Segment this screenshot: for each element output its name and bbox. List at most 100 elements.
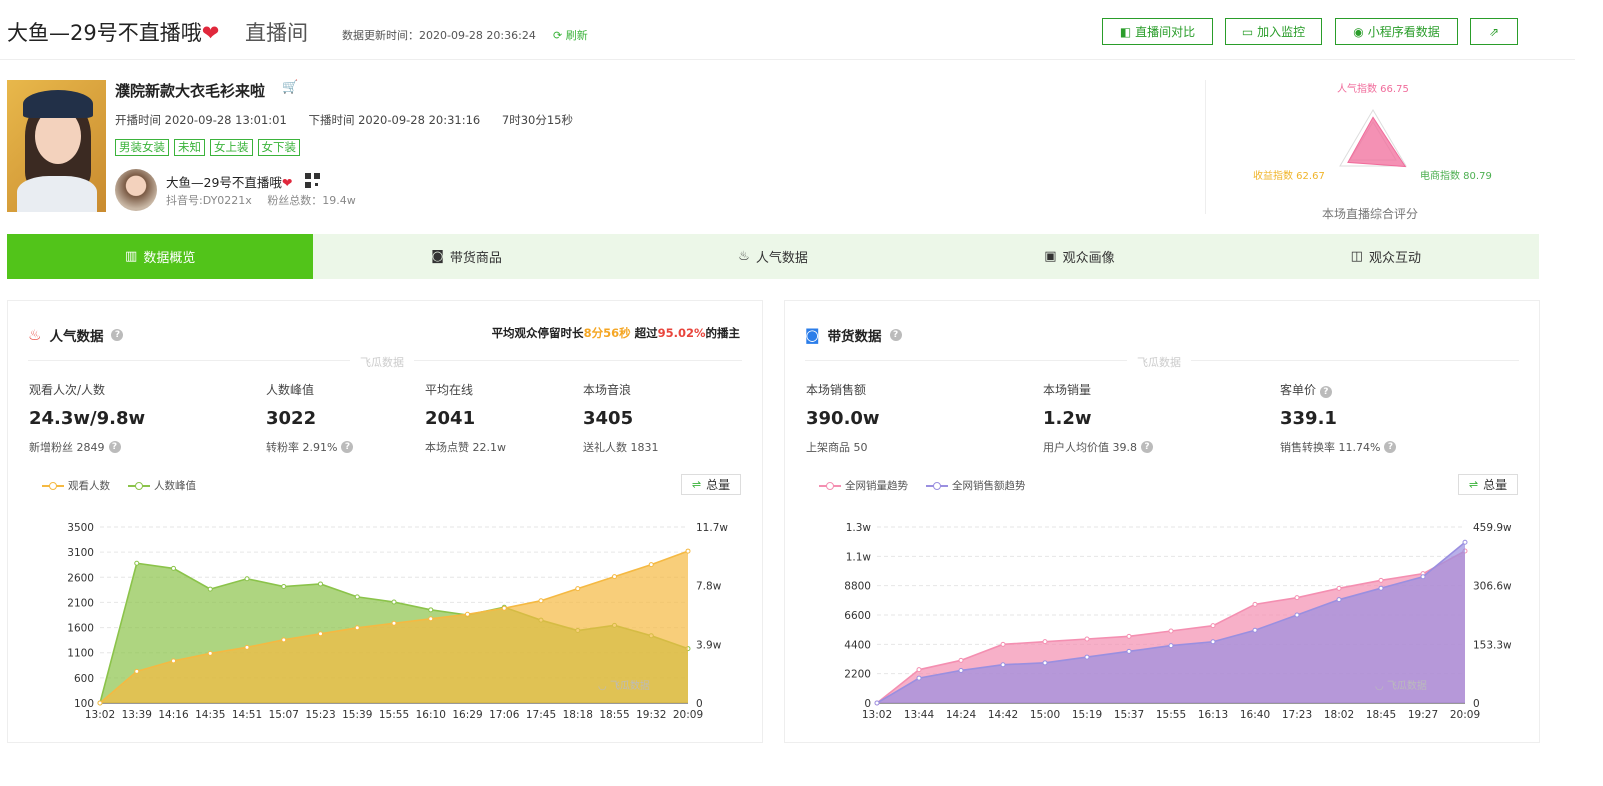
divider [1205,80,1206,214]
data-point[interactable] [97,700,103,706]
data-point[interactable] [134,668,140,674]
legend-item[interactable]: 全网销量趋势 [819,478,908,493]
data-point[interactable] [1336,597,1342,603]
x-tick-label: 14:16 [158,709,189,721]
tab-audience-interaction[interactable]: ◫ 观众互动 [1233,234,1539,279]
data-point[interactable] [1252,601,1258,607]
data-point[interactable] [1420,574,1426,580]
data-point[interactable] [1042,660,1048,666]
data-point[interactable] [318,631,323,637]
data-point[interactable] [958,667,964,673]
help-icon[interactable]: ? [108,441,121,453]
data-point[interactable] [538,598,544,604]
miniprogram-button[interactable]: ◉ 小程序看数据 [1335,18,1458,45]
watermark: 飞瓜数据 [1127,354,1191,370]
data-point[interactable] [685,548,691,554]
data-point[interactable] [916,675,922,681]
card-title: ◙ 带货数据 ? [805,325,902,345]
help-icon[interactable]: ? [1384,441,1397,453]
x-tick-label: 13:02 [85,709,115,721]
data-point[interactable] [428,616,434,622]
data-point[interactable] [318,581,323,587]
refresh-button[interactable]: ⟳ 刷新 [553,27,588,43]
data-point[interactable] [171,658,176,664]
total-toggle-button[interactable]: ⇌ 总量 [681,474,741,495]
x-tick-label: 18:18 [563,709,593,721]
data-point[interactable] [1168,628,1174,634]
data-point[interactable] [1000,662,1006,668]
qr-code-icon[interactable] [305,173,320,188]
tab-overview[interactable]: ▥ 数据概览 [7,234,314,279]
toggle-icon: ⇌ [1468,478,1479,491]
legend-item[interactable]: 人数峰值 [128,478,196,493]
data-point[interactable] [1042,639,1048,645]
basket-icon: ◙ [805,326,820,344]
card-title: ♨ 人气数据 ? [28,325,124,345]
data-point[interactable] [612,574,617,580]
live-cover-image[interactable] [7,80,106,212]
data-point[interactable] [1210,639,1216,645]
data-point[interactable] [134,560,140,566]
tab-audience-portrait[interactable]: ▣ 观众画像 [926,234,1232,279]
radar-chart [1339,109,1407,168]
data-point[interactable] [1084,636,1090,642]
y-tick-label: 600 [74,673,94,685]
help-icon[interactable]: ? [111,329,124,341]
data-point[interactable] [171,565,176,571]
help-icon[interactable]: ? [1141,441,1153,453]
x-tick-label: 15:00 [1030,709,1060,721]
data-point[interactable] [1000,641,1006,647]
data-point[interactable] [501,605,507,611]
data-point[interactable] [354,625,360,631]
data-point[interactable] [1462,539,1468,545]
data-point[interactable] [428,607,434,613]
data-point[interactable] [958,657,964,663]
chart-logo: ◡ 飞瓜数据 [1375,679,1427,692]
data-point[interactable] [244,644,250,650]
heart-icon: ❤ [281,175,293,190]
x-tick-label: 19:32 [636,709,666,721]
tab-popularity[interactable]: ♨ 人气数据 [620,234,926,279]
total-toggle-button[interactable]: ⇌ 总量 [1458,474,1518,495]
anchor-name[interactable]: 大鱼—29号不直播哦❤ [166,172,292,191]
data-point[interactable] [207,650,213,656]
data-point[interactable] [391,620,397,626]
data-point[interactable] [1168,643,1174,649]
tab-products[interactable]: ◙ 带货商品 [313,234,619,279]
add-monitor-button[interactable]: ▭ 加入监控 [1225,18,1322,45]
data-point[interactable] [281,637,287,643]
data-point[interactable] [1126,648,1132,654]
data-point[interactable] [874,700,880,706]
x-tick-label: 15:55 [379,709,409,721]
data-point[interactable] [1252,627,1258,633]
help-icon[interactable]: ? [1319,386,1332,398]
data-point[interactable] [1126,633,1132,639]
legend-item[interactable]: 全网销售额趋势 [926,478,1026,493]
help-icon[interactable]: ? [889,329,902,341]
data-point[interactable] [465,611,470,617]
help-icon[interactable]: ? [341,441,354,453]
data-point[interactable] [648,562,654,568]
compare-button[interactable]: ◧ 直播间对比 [1102,18,1213,45]
data-point[interactable] [354,594,360,600]
data-point[interactable] [391,599,397,605]
avatar[interactable] [115,169,157,211]
data-point[interactable] [575,586,581,592]
data-point[interactable] [1084,654,1090,660]
data-point[interactable] [1378,585,1384,591]
data-point[interactable] [1294,595,1300,601]
share-button[interactable]: ⇗ [1470,18,1518,45]
tab-bar: ▥ 数据概览 ◙ 带货商品 ♨ 人气数据 ▣ 观众画像 ◫ 观众互动 [7,234,1539,279]
data-point[interactable] [1336,585,1342,591]
legend-item[interactable]: 观看人数 [42,478,110,493]
x-tick-label: 15:19 [1072,709,1102,721]
data-point[interactable] [1210,623,1216,629]
data-point[interactable] [1378,577,1384,583]
data-point[interactable] [916,667,922,673]
data-point[interactable] [1294,612,1300,618]
y-right-tick-label: 3.9w [696,639,722,651]
x-tick-label: 15:55 [1156,709,1186,721]
data-point[interactable] [207,586,213,592]
data-point[interactable] [281,584,287,590]
data-point[interactable] [244,576,250,582]
